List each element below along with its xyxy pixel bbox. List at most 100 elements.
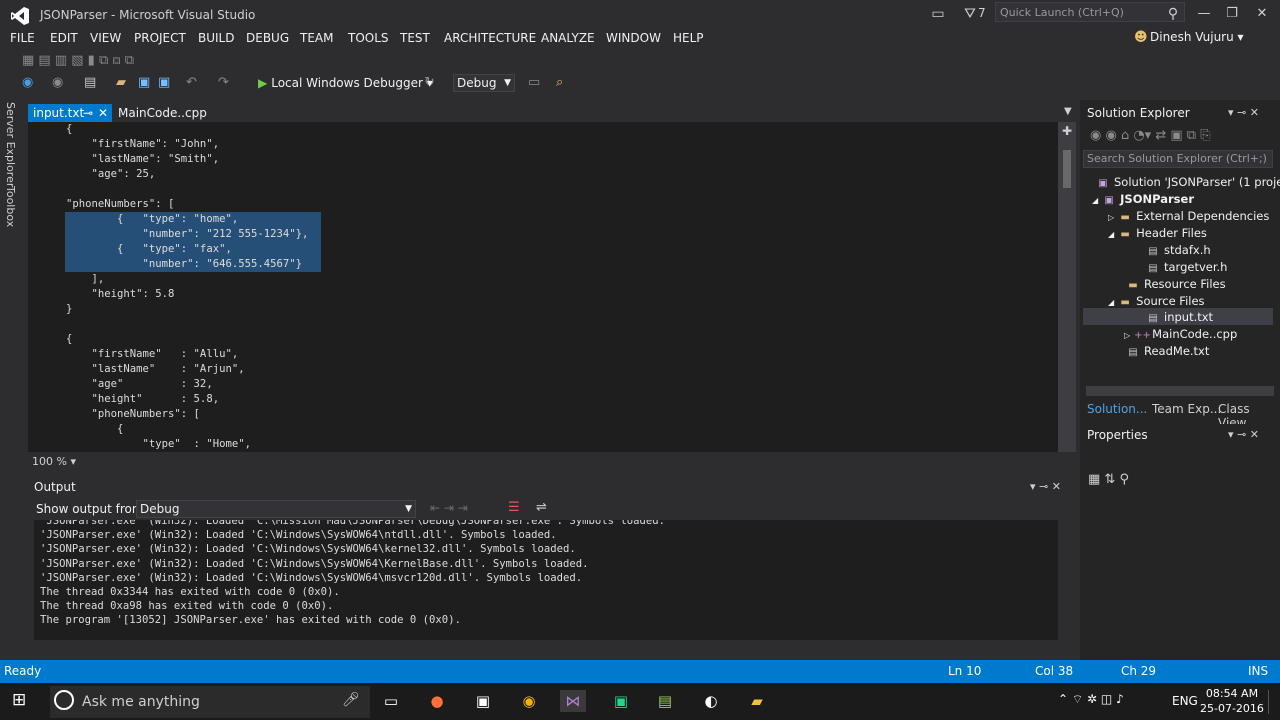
clear-all-icon[interactable]: ☰ (508, 500, 520, 515)
menu-test[interactable]: TEST (400, 28, 430, 48)
toolbox-tab[interactable]: Toolbox (4, 186, 17, 227)
tree-item-project[interactable]: ◢ ▣ JSONParser (1092, 191, 1194, 208)
tree-item-label: ReadMe.txt (1144, 344, 1210, 358)
store-icon[interactable]: ▣ (470, 690, 496, 712)
system-tray-icons[interactable]: ⌃ ⌔ ✲ ◫ ♪ (1058, 692, 1124, 707)
output-source-value: Debug (140, 502, 180, 516)
quick-launch-input[interactable]: Quick Launch (Ctrl+Q) (995, 2, 1185, 22)
status-bar (0, 660, 1280, 683)
status-mode: INS (1248, 664, 1269, 678)
folder-icon: ▬ (1120, 212, 1130, 223)
output-nav-icons[interactable]: ⇤ ⇥ ⇥ (430, 501, 468, 515)
tab-maincode-cpp[interactable]: MainCode..cpp (118, 104, 207, 122)
microphone-icon[interactable]: 🎤︎ (342, 692, 360, 708)
toolbar-misc-icon[interactable]: ▭ (528, 74, 540, 92)
visual-studio-taskbar-icon[interactable]: ⋈ (560, 690, 586, 712)
menu-architecture[interactable]: ARCHITECTURE (444, 28, 536, 48)
server-explorer-tab[interactable]: Server Explorer (4, 102, 17, 187)
firefox-icon[interactable]: ● (424, 690, 450, 712)
show-desktop-button[interactable] (1268, 690, 1279, 714)
file-explorer-icon[interactable]: ▰ (744, 690, 770, 712)
menu-file[interactable]: FILE (10, 28, 35, 48)
tree-item-solution[interactable]: ▣ Solution 'JSONParser' (1 project) (1096, 174, 1280, 191)
chrome-icon[interactable]: ◉ (516, 690, 542, 712)
tab-input-txt[interactable]: input.txt ⊸ ✕ (28, 104, 112, 122)
menu-help[interactable]: HELP (673, 28, 704, 48)
solution-search-input[interactable]: Search Solution Explorer (Ctrl+;) (1083, 150, 1273, 168)
solution-explorer-controls[interactable]: ▾ ⊸ ✕ (1228, 106, 1259, 119)
cortana-icon (54, 690, 74, 710)
solution-horizontal-scrollbar[interactable] (1086, 386, 1274, 396)
navigate-back-icon[interactable]: ◉ (22, 74, 33, 92)
maximize-button[interactable]: ❐ (1216, 2, 1248, 26)
notification-count: 7 (978, 6, 986, 20)
cpp-file-icon: ++ (1134, 330, 1151, 341)
user-name[interactable]: Dinesh Vujuru ▾ (1150, 30, 1244, 44)
tab-team-explorer[interactable]: Team Exp... (1152, 402, 1221, 416)
notification-icon[interactable]: ▭ (928, 4, 948, 24)
open-file-icon[interactable]: ▰ (116, 74, 126, 92)
tree-item-readme[interactable]: ▤ ReadMe.txt (1126, 343, 1209, 360)
task-view-icon[interactable]: ▭ (378, 690, 404, 712)
windows-start-icon[interactable]: ⊞ (12, 690, 26, 710)
navigate-forward-icon[interactable]: ◉ (52, 74, 63, 92)
menu-team[interactable]: TEAM (300, 28, 333, 48)
file-icon: ▤ (1148, 263, 1158, 274)
tab-list-dropdown-icon[interactable]: ▼ (1064, 106, 1072, 117)
menu-view[interactable]: VIEW (90, 28, 121, 48)
tree-item-source-files[interactable]: ◢ ▬ Source Files (1108, 293, 1205, 310)
menu-tools[interactable]: TOOLS (348, 28, 389, 48)
code-editor[interactable]: { "firstName": "John", "lastName": "Smit… (28, 122, 1076, 452)
menu-edit[interactable]: EDIT (50, 28, 78, 48)
redo-icon[interactable]: ↷ (218, 74, 229, 92)
close-window-button[interactable]: ✕ (1246, 2, 1278, 26)
editor-horizontal-scrollbar[interactable] (80, 455, 1060, 467)
status-ready: Ready (4, 664, 42, 678)
output-source-dropdown[interactable]: Debug ▼ (136, 500, 416, 518)
menu-debug[interactable]: DEBUG (246, 28, 289, 48)
pycharm-icon[interactable]: ▣ (608, 690, 634, 712)
toolbar-row1-icons: ▦ ▤ ▥ ▧ ▮ ⧉ ⧈ ⧉ (22, 53, 135, 68)
tree-item-resource-files[interactable]: ▬ Resource Files (1126, 276, 1225, 293)
notepad-plus-icon[interactable]: ▤ (652, 690, 678, 712)
editor-scroll-thumb[interactable] (1063, 150, 1071, 188)
output-text[interactable]: 'JSONParser.exe' (Win32): Loaded 'C:\Mis… (34, 520, 1058, 640)
zoom-level[interactable]: 100 % ▾ (32, 455, 76, 468)
folder-icon: ▬ (1120, 229, 1130, 240)
new-project-icon[interactable]: ▤ (84, 74, 96, 92)
filter-icon[interactable]: ⛛ (960, 4, 980, 24)
tree-item-maincode[interactable]: ▷ ++MainCode..cpp (1124, 326, 1237, 343)
split-view-icon[interactable]: ✚ (1062, 124, 1072, 138)
save-all-icon[interactable]: ▣ (158, 74, 170, 92)
taskbar-clock[interactable]: 08:54 AM 25-07-2016 (1200, 686, 1264, 716)
menu-bar: FILE EDIT VIEW PROJECT BUILD DEBUG TEAM … (0, 28, 1280, 48)
pin-icon[interactable]: ⊸ (83, 104, 93, 122)
menu-build[interactable]: BUILD (198, 28, 234, 48)
find-in-files-icon[interactable]: ⌕ (556, 74, 563, 92)
properties-controls[interactable]: ▾ ⊸ ✕ (1228, 428, 1259, 441)
menu-project[interactable]: PROJECT (134, 28, 186, 48)
word-wrap-icon[interactable]: ⇌ (536, 500, 547, 515)
tree-item-external-deps[interactable]: ▷ ▬ External Dependencies (1108, 208, 1269, 225)
editor-text[interactable]: { "firstName": "John", "lastName": "Smit… (66, 122, 308, 452)
input-language[interactable]: ENG (1172, 694, 1198, 708)
tree-item-targetver[interactable]: ▤ targetver.h (1146, 259, 1227, 276)
tree-item-header-files[interactable]: ◢ ▬ Header Files (1108, 225, 1207, 242)
tab-solution[interactable]: Solution... (1087, 402, 1147, 416)
start-debugger-button[interactable]: ▶ Local Windows Debugger ▾ (258, 74, 433, 92)
run-label: Local Windows Debugger (271, 76, 423, 90)
solution-configuration-dropdown[interactable]: Debug ▼ (453, 74, 515, 92)
menu-analyze[interactable]: ANALYZE (541, 28, 595, 48)
save-icon[interactable]: ▣ (138, 74, 150, 92)
solution-explorer-toolbar[interactable]: ◉ ◉ ⌂ ◔▾ ⇄ ▣ ⧉ ⎘ (1090, 128, 1211, 143)
app-icon[interactable]: ◐ (698, 690, 724, 712)
output-lines: 'JSONParser.exe' (Win32): Loaded 'C:\Mis… (40, 520, 666, 627)
menu-window[interactable]: WINDOW (606, 28, 661, 48)
tree-item-stdafx[interactable]: ▤ stdafx.h (1146, 242, 1210, 259)
tree-item-input-txt[interactable]: ▤ input.txt (1146, 309, 1213, 326)
undo-icon[interactable]: ↶ (186, 74, 197, 92)
close-tab-icon[interactable]: ✕ (98, 104, 108, 122)
tree-item-label: External Dependencies (1136, 209, 1270, 223)
properties-toolbar[interactable]: ▦ ⇅ ⚲ (1088, 472, 1129, 487)
output-pane-controls[interactable]: ▾ ⊸ ✕ (1030, 480, 1061, 493)
